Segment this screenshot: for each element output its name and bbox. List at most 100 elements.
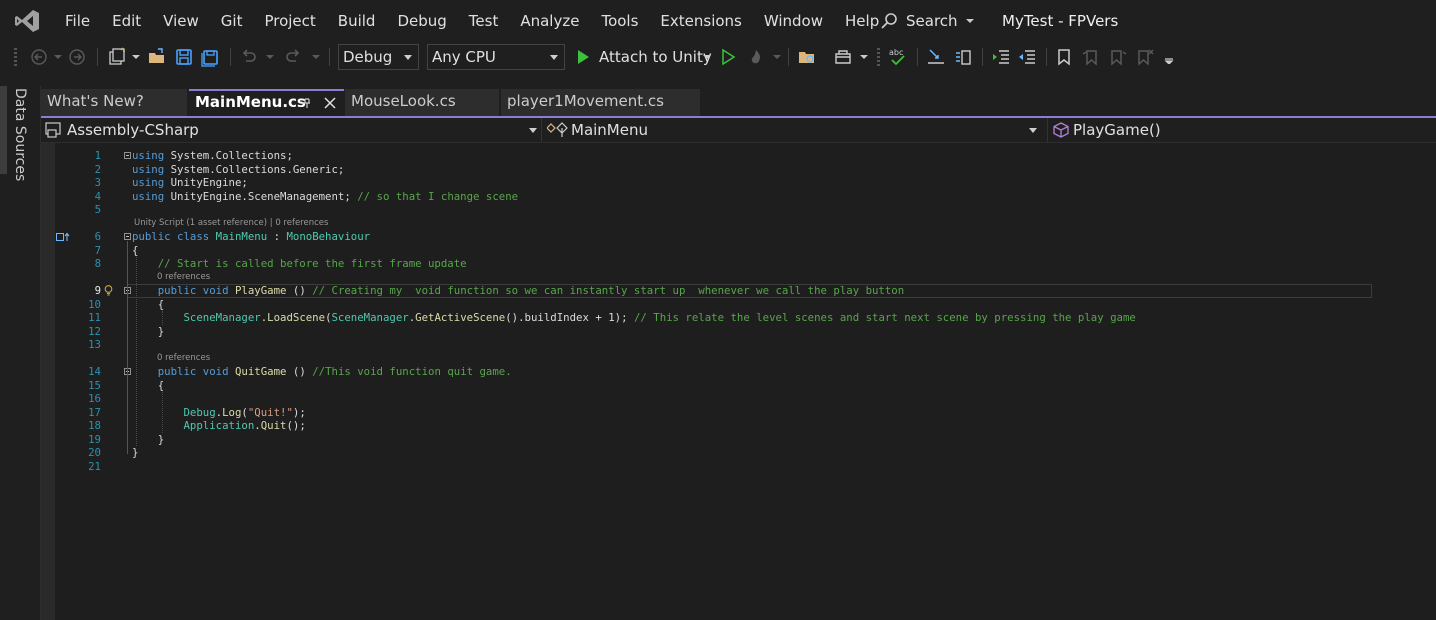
- back-dropdown[interactable]: [52, 46, 64, 68]
- code-line[interactable]: 17 Debug.Log("Quit!");: [41, 406, 1436, 420]
- outdent-button[interactable]: [1016, 46, 1038, 68]
- code-line[interactable]: 15 {: [41, 379, 1436, 393]
- menu-file[interactable]: File: [54, 0, 101, 42]
- menu-build[interactable]: Build: [327, 0, 387, 42]
- tab-whats-new[interactable]: What's New?: [41, 89, 187, 116]
- undo-dropdown[interactable]: [264, 46, 276, 68]
- code-lines[interactable]: 1 using System.Collections; 2 using System.…: [41, 149, 1436, 473]
- code-line[interactable]: 21: [41, 460, 1436, 474]
- close-icon[interactable]: [324, 97, 336, 109]
- collapse-icon[interactable]: [124, 152, 131, 159]
- clear-bookmarks-button[interactable]: [1134, 46, 1156, 68]
- menu-test[interactable]: Test: [458, 0, 510, 42]
- codelens[interactable]: 0 references: [41, 352, 1436, 366]
- menu-debug[interactable]: Debug: [386, 0, 457, 42]
- codelens[interactable]: 0 references: [41, 271, 1436, 285]
- code-line[interactable]: 13: [41, 338, 1436, 352]
- new-item-button[interactable]: [106, 46, 128, 68]
- code-line[interactable]: 5: [41, 203, 1436, 217]
- menu-extensions[interactable]: Extensions: [649, 0, 752, 42]
- step-into-button[interactable]: [925, 46, 947, 68]
- code-line[interactable]: 2 using System.Collections.Generic;: [41, 163, 1436, 177]
- type-select[interactable]: MainMenu: [547, 119, 1043, 141]
- attach-to-unity-label[interactable]: Attach to Unity: [599, 42, 712, 72]
- type-value: MainMenu: [571, 121, 648, 139]
- toolbox-button[interactable]: [832, 46, 854, 68]
- menu-window[interactable]: Window: [753, 0, 834, 42]
- pin-icon[interactable]: [301, 96, 313, 110]
- toolbar-separator: [329, 48, 330, 66]
- solution-platform-select[interactable]: Any CPU: [427, 44, 565, 70]
- tab-mainmenu-cs[interactable]: MainMenu.cs: [189, 89, 344, 116]
- code-line[interactable]: 8 // Start is called before the first fr…: [41, 257, 1436, 271]
- open-button[interactable]: [146, 46, 168, 68]
- toolbox-dropdown[interactable]: [858, 46, 870, 68]
- code-line[interactable]: 3 using UnityEngine;: [41, 176, 1436, 190]
- redo-dropdown[interactable]: [310, 46, 322, 68]
- menu-tools[interactable]: Tools: [590, 0, 649, 42]
- hot-reload-dropdown[interactable]: [771, 46, 783, 68]
- menu-project[interactable]: Project: [253, 0, 326, 42]
- code-editor[interactable]: 1 using System.Collections; 2 using System.…: [41, 143, 1436, 620]
- code-line[interactable]: 14 public void QuitGame () //This void f…: [41, 365, 1436, 379]
- hot-reload-button[interactable]: [745, 46, 767, 68]
- codelens-text[interactable]: Unity Script (1 asset reference) | 0 ref…: [134, 217, 328, 231]
- search-button[interactable]: Search: [880, 0, 976, 42]
- menu-edit[interactable]: Edit: [101, 0, 152, 42]
- new-item-dropdown[interactable]: [130, 46, 142, 68]
- code-line[interactable]: 10 {: [41, 298, 1436, 312]
- toggle-bookmark-button[interactable]: [1053, 46, 1075, 68]
- chevron-down-icon: [54, 55, 62, 59]
- codelens-text[interactable]: 0 references: [157, 271, 210, 285]
- code-line[interactable]: 6 public class MainMenu : MonoBehaviour: [41, 230, 1436, 244]
- save-all-button[interactable]: [199, 46, 221, 68]
- bookmark-next-icon: [1111, 50, 1127, 66]
- code-line[interactable]: 18 Application.Quit();: [41, 419, 1436, 433]
- project-select[interactable]: Assembly-CSharp: [45, 119, 541, 141]
- code-line[interactable]: 1 using System.Collections;: [41, 149, 1436, 163]
- undo-button[interactable]: [238, 46, 260, 68]
- tab-mouselook-cs[interactable]: MouseLook.cs: [345, 89, 499, 116]
- spell-check-button[interactable]: abc: [887, 46, 909, 68]
- solution-explorer-button[interactable]: [796, 46, 818, 68]
- collapse-icon[interactable]: [124, 233, 131, 240]
- save-button[interactable]: [173, 46, 195, 68]
- codelens[interactable]: Unity Script (1 asset reference) | 0 ref…: [41, 217, 1436, 231]
- indent-button[interactable]: [990, 46, 1012, 68]
- toolbar-grip[interactable]: [876, 46, 880, 68]
- back-button[interactable]: [28, 46, 50, 68]
- save-all-icon: [201, 50, 218, 67]
- solution-configuration-select[interactable]: Debug: [338, 44, 419, 70]
- toolbar-overflow-button[interactable]: [1162, 46, 1176, 68]
- code-line[interactable]: 20}: [41, 446, 1436, 460]
- code-line[interactable]: 12 }: [41, 325, 1436, 339]
- compare-button[interactable]: [952, 46, 974, 68]
- unity-message-icon[interactable]: [56, 232, 70, 242]
- menu-git[interactable]: Git: [210, 0, 254, 42]
- code-line[interactable]: 9 public void PlayGame () // Creating my…: [41, 284, 1436, 298]
- chevron-down-icon: [550, 55, 558, 60]
- lightbulb-icon[interactable]: [104, 285, 113, 296]
- data-sources-tab[interactable]: Data Sources: [12, 88, 28, 181]
- redo-button[interactable]: [282, 46, 304, 68]
- code-text: using UnityEngine;: [132, 176, 248, 190]
- menu-analyze[interactable]: Analyze: [509, 0, 590, 42]
- code-line[interactable]: 11 SceneManager.LoadScene(SceneManager.G…: [41, 311, 1436, 325]
- codelens-text[interactable]: 0 references: [157, 352, 210, 366]
- code-line[interactable]: 7{: [41, 244, 1436, 258]
- next-bookmark-button[interactable]: [1107, 46, 1129, 68]
- menu-view[interactable]: View: [152, 0, 210, 42]
- code-line[interactable]: 4 using UnityEngine.SceneManagement; // s…: [41, 190, 1436, 204]
- attach-to-unity-button[interactable]: [572, 46, 594, 68]
- code-text: public void QuitGame () //This void func…: [132, 365, 512, 379]
- toolbar-separator: [97, 48, 98, 66]
- attach-dropdown[interactable]: [701, 46, 713, 68]
- tab-player1movement-cs[interactable]: player1Movement.cs: [501, 89, 700, 116]
- code-line[interactable]: 19 }: [41, 433, 1436, 447]
- code-line[interactable]: 16: [41, 392, 1436, 406]
- member-select[interactable]: PlayGame(): [1053, 119, 1433, 141]
- start-without-debugging-button[interactable]: [717, 46, 739, 68]
- toolbar-grip[interactable]: [14, 48, 17, 66]
- forward-button[interactable]: [66, 46, 88, 68]
- previous-bookmark-button[interactable]: [1080, 46, 1102, 68]
